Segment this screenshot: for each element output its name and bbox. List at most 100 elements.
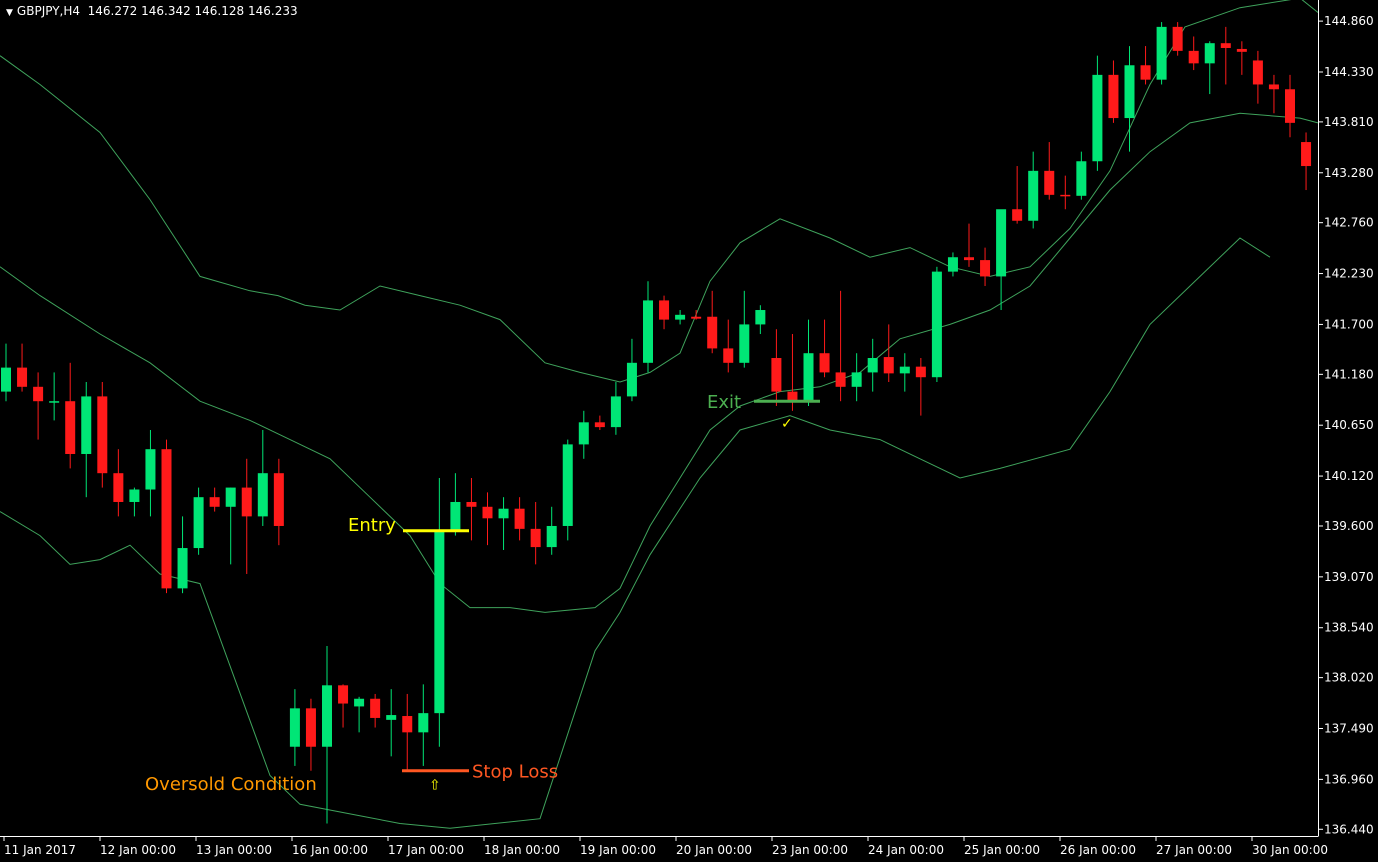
entry-label: Entry xyxy=(348,515,396,536)
x-tick-label: 13 Jan 00:00 xyxy=(196,843,272,857)
candle-body xyxy=(659,300,670,320)
candle-body xyxy=(1140,65,1151,80)
candle-body xyxy=(1060,194,1071,197)
y-axis-ticks: 144.860 144.330 143.810 143.280 142.760 142.2… xyxy=(1318,14,1374,836)
candle xyxy=(1204,41,1215,95)
candle xyxy=(257,429,268,526)
candle-body xyxy=(1076,161,1087,196)
candle xyxy=(964,223,974,267)
candle-body xyxy=(1285,89,1295,123)
candle xyxy=(1285,74,1295,138)
candle-body xyxy=(594,422,605,428)
candle xyxy=(81,382,92,498)
candle xyxy=(947,252,958,277)
candle-body xyxy=(305,708,316,747)
candle-body xyxy=(113,473,124,502)
candle-body xyxy=(739,324,750,363)
y-tick-label: 139.070 xyxy=(1324,570,1374,584)
candle xyxy=(1044,142,1055,200)
candle xyxy=(980,247,991,287)
y-tick-label: 139.600 xyxy=(1324,519,1374,533)
candle-body xyxy=(931,271,942,378)
candle-body xyxy=(1172,26,1183,51)
candle-body xyxy=(643,300,653,363)
candle xyxy=(723,319,734,373)
candle xyxy=(1060,175,1071,210)
candle-body xyxy=(273,473,284,526)
candle xyxy=(803,319,814,407)
y-tick-label: 140.120 xyxy=(1324,469,1374,483)
y-tick-label: 136.440 xyxy=(1324,822,1374,836)
candle xyxy=(514,497,525,541)
candle-body xyxy=(1268,84,1279,90)
candle xyxy=(1092,55,1103,171)
x-tick-label: 16 Jan 00:00 xyxy=(292,843,368,857)
candle-body xyxy=(466,501,477,507)
candle xyxy=(1236,41,1247,75)
candle xyxy=(498,497,509,550)
candle xyxy=(675,310,686,325)
y-tick-label: 144.330 xyxy=(1324,65,1374,79)
candle-body xyxy=(1188,50,1199,64)
candle-body xyxy=(899,366,910,374)
candle-body xyxy=(915,366,926,378)
y-tick-label: 142.230 xyxy=(1324,267,1374,281)
candle-body xyxy=(1156,26,1167,80)
candle xyxy=(899,353,910,392)
y-tick-label: 141.180 xyxy=(1324,367,1374,381)
candle-body xyxy=(193,497,204,549)
candle xyxy=(546,506,557,555)
candle xyxy=(177,516,188,594)
candle-body xyxy=(514,508,525,529)
checkmark-icon: ✓ xyxy=(781,416,793,432)
y-tick-label: 138.020 xyxy=(1324,671,1374,685)
candle xyxy=(739,290,750,368)
candle-body xyxy=(530,528,541,548)
exit-label: Exit xyxy=(707,392,741,413)
x-tick-label: 26 Jan 00:00 xyxy=(1060,843,1136,857)
y-tick-label: 142.760 xyxy=(1324,216,1374,230)
candle xyxy=(386,689,397,757)
candle xyxy=(193,487,204,555)
candle xyxy=(418,684,429,766)
candle xyxy=(883,324,894,383)
candle-body xyxy=(803,353,814,402)
candle xyxy=(1268,74,1279,114)
x-tick-label: 12 Jan 00:00 xyxy=(100,843,176,857)
candle xyxy=(1220,26,1231,85)
candle-body xyxy=(835,372,846,387)
candle-body xyxy=(161,449,172,589)
candle-body xyxy=(434,530,445,714)
candle xyxy=(49,372,60,421)
candle-body xyxy=(338,685,349,704)
y-tick-label: 141.700 xyxy=(1324,317,1374,331)
candle-body xyxy=(1124,65,1135,119)
candle xyxy=(1,343,11,402)
candle xyxy=(594,415,605,430)
x-tick-label: 11 Jan 2017 xyxy=(4,843,76,857)
candle-body xyxy=(883,357,894,374)
candle xyxy=(819,319,830,378)
x-tick-label: 19 Jan 00:00 xyxy=(580,843,656,857)
x-tick-label: 25 Jan 00:00 xyxy=(964,843,1040,857)
lower-band-line xyxy=(0,237,1271,829)
candle-body xyxy=(209,497,220,507)
candle xyxy=(450,473,461,536)
dropdown-triangle-icon[interactable]: ▼ xyxy=(6,8,13,18)
candle xyxy=(482,492,493,546)
candle xyxy=(1252,50,1263,104)
y-tick-label: 144.860 xyxy=(1324,14,1374,28)
candle xyxy=(322,645,332,824)
y-tick-label: 143.280 xyxy=(1324,166,1374,180)
symbol-label: GBPJPY,H4 xyxy=(16,4,81,18)
candle xyxy=(434,477,445,747)
candle xyxy=(707,290,718,354)
candle-body xyxy=(1220,43,1231,48)
candle-body xyxy=(1204,43,1215,64)
candle xyxy=(241,458,252,574)
candle xyxy=(113,449,124,517)
candle-body xyxy=(225,487,236,507)
candle-body xyxy=(257,473,268,517)
candle xyxy=(273,458,284,546)
candle-body xyxy=(289,708,300,747)
